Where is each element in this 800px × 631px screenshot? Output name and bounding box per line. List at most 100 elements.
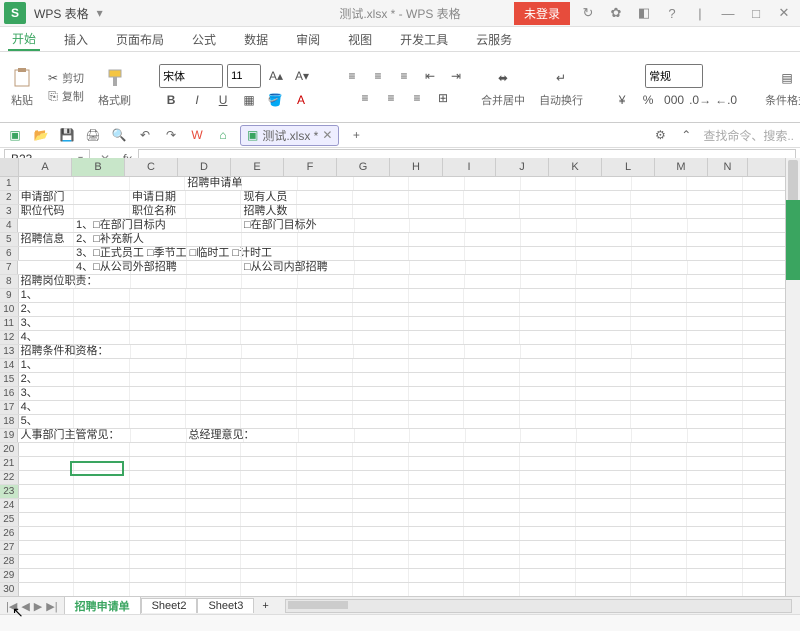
cell[interactable] [687,247,743,260]
cell[interactable]: 招聘信息 [19,233,75,246]
cell[interactable] [355,261,411,274]
row-header[interactable]: 25 [0,513,19,526]
maximize-icon[interactable]: □ [746,6,766,21]
cell[interactable] [687,569,743,582]
cell[interactable] [19,527,75,540]
cell[interactable] [409,443,465,456]
cell[interactable] [241,415,297,428]
cell[interactable] [464,415,520,428]
align-center-icon[interactable]: ≡ [380,88,402,108]
cell[interactable] [186,513,242,526]
cell[interactable] [520,527,576,540]
cell[interactable] [186,359,242,372]
cell[interactable] [520,359,576,372]
cell[interactable] [241,289,297,302]
cell[interactable] [520,583,576,596]
cell[interactable] [632,275,688,288]
cell[interactable]: 1、 [19,359,75,372]
cell[interactable] [186,415,242,428]
comma-icon[interactable]: 000 [663,90,685,110]
cell[interactable]: 2、 [19,303,75,316]
cell[interactable] [186,373,242,386]
row-header[interactable]: 7 [0,261,18,274]
cell[interactable] [297,303,353,316]
cell[interactable] [409,373,465,386]
cell[interactable] [241,331,297,344]
menu-tab-view[interactable]: 视图 [344,29,376,50]
cell[interactable] [187,275,243,288]
cell[interactable] [576,527,632,540]
col-header-M[interactable]: M [655,158,708,176]
sheet-tab-3[interactable]: Sheet3 [197,598,254,613]
cell[interactable] [687,177,743,190]
cell[interactable] [520,569,576,582]
cell[interactable] [743,247,786,260]
cell[interactable] [353,415,409,428]
row-header[interactable]: 22 [0,471,19,484]
cell[interactable] [74,359,130,372]
decrease-font-icon[interactable]: A▾ [291,66,313,86]
new-tab-icon[interactable]: + [347,126,365,144]
cell[interactable] [464,485,520,498]
cell[interactable] [409,471,465,484]
bold-button[interactable]: B [160,90,182,110]
cell[interactable] [576,345,632,358]
cell[interactable] [241,555,297,568]
cell[interactable] [353,289,409,302]
cell[interactable] [74,415,130,428]
cell[interactable] [520,541,576,554]
cell[interactable] [297,331,353,344]
cell[interactable] [130,471,186,484]
cell[interactable] [130,513,186,526]
cell[interactable] [576,247,632,260]
cell[interactable] [743,485,786,498]
cell[interactable] [409,289,465,302]
cell[interactable] [464,289,520,302]
cell[interactable] [297,289,353,302]
cell[interactable] [19,247,75,260]
cell[interactable] [687,359,743,372]
cell[interactable] [297,317,353,330]
underline-button[interactable]: U [212,90,234,110]
cell[interactable] [186,191,242,204]
cell[interactable] [520,485,576,498]
cell[interactable] [743,471,786,484]
copy-icon[interactable]: ⎘ [48,89,58,104]
skin-icon[interactable]: ◧ [634,5,654,21]
cell[interactable] [297,555,353,568]
cell[interactable]: 1、 [19,289,75,302]
sheet-tab-2[interactable]: Sheet2 [141,598,198,613]
undo-icon[interactable]: ↶ [136,126,154,144]
cell[interactable] [297,485,353,498]
cell[interactable] [74,317,130,330]
cell[interactable] [687,233,743,246]
cell[interactable] [743,583,786,596]
cell[interactable] [464,205,520,218]
menu-tab-cloud[interactable]: 云服务 [472,29,516,50]
col-header-G[interactable]: G [337,158,390,176]
cell[interactable] [743,415,786,428]
cell[interactable] [19,471,75,484]
cell[interactable] [631,387,687,400]
row-header[interactable]: 11 [0,317,19,330]
cell[interactable] [743,317,786,330]
cell[interactable] [409,499,465,512]
cell[interactable] [521,233,577,246]
cell[interactable] [186,541,242,554]
cell[interactable] [131,261,187,274]
row-header[interactable]: 9 [0,289,19,302]
cell[interactable] [631,485,687,498]
cell[interactable]: 职位名称 [130,205,186,218]
col-header-B[interactable]: B [72,158,125,176]
cell[interactable] [354,247,410,260]
cell[interactable] [464,513,520,526]
cell[interactable] [576,233,632,246]
cell[interactable] [130,527,186,540]
cell[interactable] [187,247,243,260]
cell[interactable] [743,331,786,344]
row-header[interactable]: 6 [0,247,19,260]
cell[interactable] [631,415,687,428]
cell[interactable] [18,261,74,274]
cell[interactable] [186,303,242,316]
print-icon[interactable]: 🖨 [84,126,102,144]
